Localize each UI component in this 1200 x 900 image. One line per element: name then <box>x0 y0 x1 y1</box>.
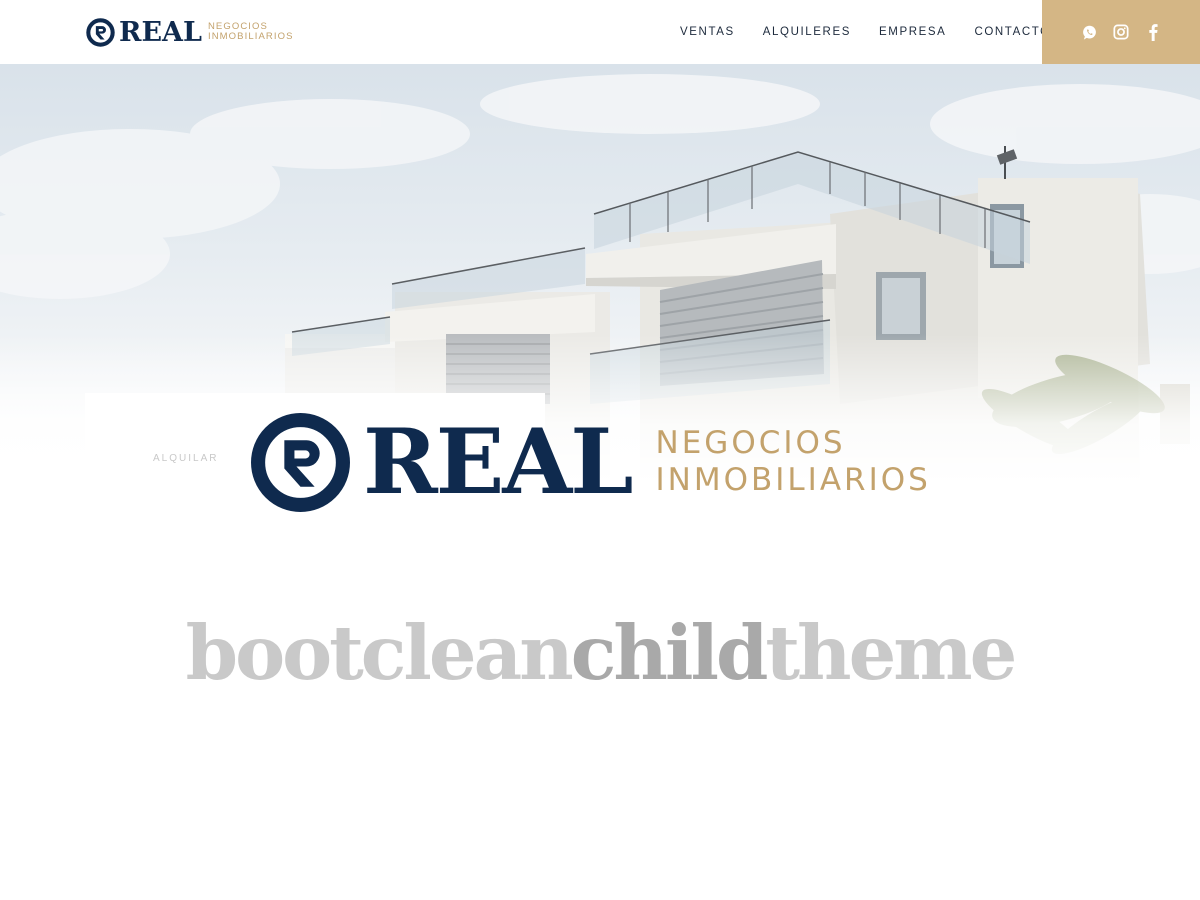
overlay-logo-tagline: NEGOCIOS INMOBILIARIOS <box>655 425 931 498</box>
whatsapp-icon[interactable] <box>1080 23 1098 41</box>
facebook-icon[interactable] <box>1144 23 1162 41</box>
site-logo[interactable]: REAL NEGOCIOS INMOBILIARIOS <box>86 16 294 48</box>
instagram-icon[interactable] <box>1112 23 1130 41</box>
nav-ventas[interactable]: VENTAS <box>680 26 735 38</box>
nav-empresa[interactable]: EMPRESA <box>879 26 946 38</box>
theme-part-1: bootclean <box>185 609 574 697</box>
site-header: REAL NEGOCIOS INMOBILIARIOS VENTAS ALQUI… <box>0 0 1200 64</box>
search-tab-alquilar[interactable]: ALQUILAR <box>153 453 218 464</box>
nav-contacto[interactable]: CONTACTO <box>974 26 1050 38</box>
theme-name: bootcleanchildtheme <box>0 608 1200 698</box>
main-nav: VENTAS ALQUILERES EMPRESA CONTACTO <box>666 0 1065 64</box>
logo-tagline: NEGOCIOS INMOBILIARIOS <box>207 21 294 42</box>
theme-part-2: child <box>570 609 769 697</box>
nav-alquileres[interactable]: ALQUILERES <box>763 26 851 38</box>
r-logo-icon <box>251 412 350 512</box>
overlay-logo: REAL NEGOCIOS INMOBILIARIOS <box>250 410 931 514</box>
overlay-logo-word: REAL <box>363 409 634 515</box>
social-bar <box>1042 0 1200 64</box>
logo-word: REAL <box>119 16 202 48</box>
theme-part-3: theme <box>765 609 1017 697</box>
r-logo-icon <box>86 17 115 47</box>
